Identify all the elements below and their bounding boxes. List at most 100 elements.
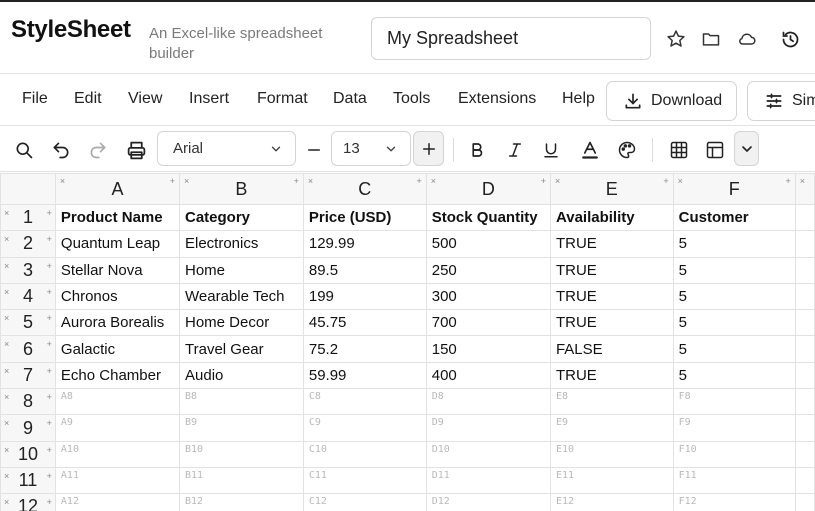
- menu-extensions[interactable]: Extensions: [458, 90, 536, 108]
- header-cell[interactable]: Availability: [549, 203, 674, 232]
- insert-row-icon[interactable]: +: [47, 366, 52, 376]
- insert-row-icon[interactable]: +: [47, 234, 52, 244]
- header-cell[interactable]: Product Name: [54, 203, 181, 232]
- row-header[interactable]: × 2 +: [0, 230, 56, 258]
- cell[interactable]: 150: [425, 335, 551, 363]
- empty-cell[interactable]: F9: [672, 414, 796, 442]
- empty-cell[interactable]: D8: [425, 388, 551, 416]
- empty-cell[interactable]: F12: [672, 493, 796, 511]
- insert-row-icon[interactable]: +: [47, 261, 52, 271]
- insert-row-icon[interactable]: +: [47, 313, 52, 323]
- row-header[interactable]: × 6 +: [0, 335, 56, 363]
- empty-cell[interactable]: C11: [302, 466, 427, 495]
- cell[interactable]: TRUE: [549, 282, 674, 311]
- row-header[interactable]: × 9 +: [0, 414, 56, 442]
- row-header[interactable]: × 11 +: [0, 466, 56, 495]
- download-button[interactable]: Download: [606, 81, 737, 121]
- menu-insert[interactable]: Insert: [189, 90, 229, 108]
- empty-cell[interactable]: B10: [179, 440, 304, 468]
- column-header-a[interactable]: × A +: [54, 173, 181, 205]
- delete-column-icon[interactable]: ×: [60, 176, 65, 186]
- cell[interactable]: 59.99: [302, 361, 427, 390]
- font-family-select[interactable]: Arial: [157, 131, 296, 166]
- header-cell[interactable]: Customer: [672, 203, 796, 232]
- header-cell[interactable]: Category: [179, 203, 304, 232]
- bold-icon[interactable]: [465, 138, 489, 162]
- empty-cell[interactable]: E8: [549, 388, 674, 416]
- empty-cell[interactable]: C9: [302, 414, 427, 442]
- delete-row-icon[interactable]: ×: [4, 261, 9, 271]
- cloud-icon[interactable]: [735, 28, 757, 50]
- empty-cell[interactable]: B12: [179, 493, 304, 511]
- column-header-d[interactable]: × D +: [425, 173, 551, 205]
- delete-column-icon[interactable]: ×: [431, 176, 436, 186]
- cell[interactable]: 199: [302, 282, 427, 311]
- empty-cell[interactable]: C12: [302, 493, 427, 511]
- table-icon[interactable]: [703, 138, 727, 162]
- cell[interactable]: TRUE: [549, 309, 674, 337]
- document-title-input[interactable]: My Spreadsheet: [371, 17, 651, 60]
- delete-row-icon[interactable]: ×: [4, 313, 9, 323]
- insert-row-icon[interactable]: +: [47, 445, 52, 455]
- menu-format[interactable]: Format: [257, 90, 308, 108]
- insert-row-icon[interactable]: +: [47, 287, 52, 297]
- empty-cell[interactable]: C10: [302, 440, 427, 468]
- delete-column-icon[interactable]: ×: [800, 176, 805, 186]
- cell[interactable]: FALSE: [549, 335, 674, 363]
- insert-row-icon[interactable]: +: [47, 339, 52, 349]
- empty-cell[interactable]: A9: [54, 414, 181, 442]
- undo-icon[interactable]: [49, 138, 73, 162]
- cell[interactable]: Galactic: [54, 335, 181, 363]
- cell[interactable]: 5: [672, 230, 796, 258]
- cell[interactable]: 300: [425, 282, 551, 311]
- empty-cell[interactable]: A8: [54, 388, 181, 416]
- cell[interactable]: 250: [425, 256, 551, 284]
- print-icon[interactable]: [124, 138, 148, 162]
- header-cell[interactable]: Price (USD): [302, 203, 427, 232]
- cell[interactable]: Wearable Tech: [179, 282, 304, 311]
- simulate-button[interactable]: Sim: [747, 81, 815, 121]
- menu-view[interactable]: View: [128, 90, 162, 108]
- empty-cell[interactable]: E12: [549, 493, 674, 511]
- cell[interactable]: Stellar Nova: [54, 256, 181, 284]
- italic-icon[interactable]: [503, 138, 527, 162]
- column-header-c[interactable]: × C +: [302, 173, 427, 205]
- cell[interactable]: TRUE: [549, 361, 674, 390]
- cell[interactable]: 45.75: [302, 309, 427, 337]
- cell[interactable]: 5: [672, 256, 796, 284]
- row-header[interactable]: × 7 +: [0, 361, 56, 390]
- delete-column-icon[interactable]: ×: [184, 176, 189, 186]
- cell[interactable]: 89.5: [302, 256, 427, 284]
- delete-row-icon[interactable]: ×: [4, 208, 9, 218]
- cell[interactable]: Chronos: [54, 282, 181, 311]
- insert-row-icon[interactable]: +: [47, 418, 52, 428]
- insert-row-icon[interactable]: +: [47, 471, 52, 481]
- insert-row-icon[interactable]: +: [47, 497, 52, 507]
- delete-row-icon[interactable]: ×: [4, 366, 9, 376]
- cell[interactable]: Aurora Borealis: [54, 309, 181, 337]
- empty-cell[interactable]: B11: [179, 466, 304, 495]
- folder-icon[interactable]: [700, 28, 722, 50]
- delete-column-icon[interactable]: ×: [308, 176, 313, 186]
- row-header[interactable]: × 5 +: [0, 309, 56, 337]
- underline-icon[interactable]: [539, 138, 563, 162]
- cell[interactable]: 5: [672, 361, 796, 390]
- cell[interactable]: Audio: [179, 361, 304, 390]
- empty-cell[interactable]: A10: [54, 440, 181, 468]
- delete-column-icon[interactable]: ×: [678, 176, 683, 186]
- empty-cell[interactable]: A11: [54, 466, 181, 495]
- cell[interactable]: 5: [672, 309, 796, 337]
- cell[interactable]: Quantum Leap: [54, 230, 181, 258]
- insert-column-icon[interactable]: +: [416, 176, 421, 186]
- cell[interactable]: 5: [672, 335, 796, 363]
- empty-cell[interactable]: D9: [425, 414, 551, 442]
- cell[interactable]: Home Decor: [179, 309, 304, 337]
- text-color-icon[interactable]: [578, 138, 602, 162]
- cell[interactable]: Travel Gear: [179, 335, 304, 363]
- empty-cell[interactable]: F11: [672, 466, 796, 495]
- header-cell[interactable]: Stock Quantity: [425, 203, 551, 232]
- insert-column-icon[interactable]: +: [663, 176, 668, 186]
- delete-row-icon[interactable]: ×: [4, 445, 9, 455]
- cell[interactable]: 500: [425, 230, 551, 258]
- empty-cell[interactable]: A12: [54, 493, 181, 511]
